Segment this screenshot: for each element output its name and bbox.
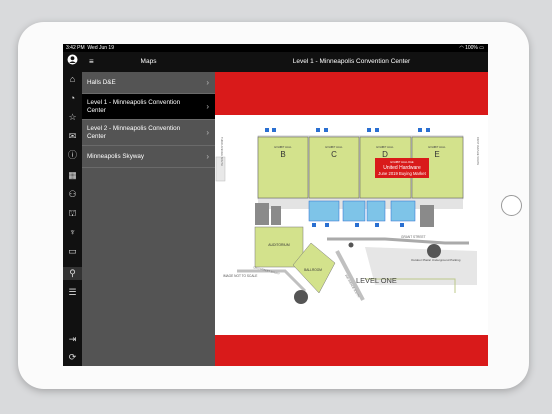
street-1st-label: FIRST AVENUE SOUTH (476, 137, 480, 165)
clock-icon[interactable]: ◔ (67, 93, 78, 104)
map-item-level-1[interactable]: Level 1 - Minneapolis Convention Center … (82, 94, 215, 120)
status-bar: 3:42 PM Wed Jun 19 ◠ 100% ▭ (63, 44, 488, 52)
avatar-icon[interactable] (67, 54, 78, 65)
hall-label-d: D (382, 150, 388, 159)
hall-caption: EXHIBIT HALL (376, 145, 394, 149)
auditorium[interactable] (254, 226, 304, 268)
app-screen: 3:42 PM Wed Jun 19 ◠ 100% ▭ ⌂ ◔ ☆ ✉ ⓘ ▦ … (63, 44, 488, 366)
booth-icon[interactable]: ⛫ (67, 208, 78, 219)
ballroom-label: BALLROOM (304, 268, 322, 272)
street-3rd-label: THIRD AVENUE SOUTH (220, 137, 224, 166)
hall-caption: EXHIBIT HALL (325, 145, 343, 149)
mail-icon[interactable]: ✉ (67, 131, 78, 142)
auditorium-label: AUDITORIUM (268, 243, 290, 247)
home-icon[interactable]: ⌂ (67, 74, 78, 85)
map-item-label: Level 1 - Minneapolis Convention Center (87, 99, 181, 114)
level-label: LEVEL ONE (356, 276, 397, 285)
status-time: 3:42 PM (66, 45, 85, 51)
wifi-icon: ◠ (459, 45, 464, 51)
highlight-line2: June 2019 Buying Market (378, 171, 426, 176)
folder-icon[interactable]: ▭ (67, 246, 78, 257)
info-icon[interactable]: ⓘ (67, 150, 78, 161)
hall-caption: EXHIBIT HALL (274, 145, 292, 149)
map-item-label: Halls D&E (87, 79, 116, 86)
status-date: Wed Jun 19 (87, 45, 114, 51)
map-view: Level 1 - Minneapolis Convention Center … (215, 52, 488, 366)
map-item-label: Level 2 - Minneapolis Convention Center (87, 125, 181, 140)
hall-label-e: E (434, 150, 439, 159)
maps-panel-header: ≡ Maps (82, 52, 215, 72)
map-top-banner (215, 72, 488, 115)
skyway-marker[interactable] (427, 244, 441, 258)
battery-icon: ▭ (479, 45, 484, 51)
map-item-skyway[interactable]: Minneapolis Skyway › (82, 146, 215, 168)
map-title: Level 1 - Minneapolis Convention Center (215, 52, 488, 72)
map-item-level-2[interactable]: Level 2 - Minneapolis Convention Center … (82, 120, 215, 146)
highlight-top: EXHIBIT HALL D&E (390, 160, 413, 164)
map-item-label: Minneapolis Skyway (87, 153, 145, 160)
floor-map[interactable]: EXHIBIT HALL EXHIBIT HALL EXHIBIT HALL E… (215, 115, 488, 335)
list-icon[interactable]: ☰ (67, 287, 78, 298)
skyway-marker[interactable] (294, 290, 308, 304)
chevron-right-icon: › (206, 102, 209, 111)
floor-map-svg[interactable]: EXHIBIT HALL EXHIBIT HALL EXHIBIT HALL E… (215, 115, 488, 335)
hall-caption: EXHIBIT HALL (428, 145, 446, 149)
people-icon[interactable]: ⚇ (67, 189, 78, 200)
not-to-scale-note: IMAGE NOT TO SCALE (223, 274, 257, 278)
map-bottom-banner (215, 335, 488, 366)
chevron-right-icon: › (206, 152, 209, 161)
calendar-icon[interactable]: ▦ (67, 170, 78, 181)
maps-panel: ≡ Maps Halls D&E › Level 1 - Minneapolis… (82, 52, 215, 366)
star-icon[interactable]: ☆ (67, 112, 78, 123)
hall-label-b: B (280, 150, 285, 159)
outdoor-label: Outdoor Plaza/ Underground Parking (411, 258, 461, 262)
chevron-right-icon: › (206, 128, 209, 137)
chevron-right-icon: › (206, 78, 209, 87)
map-item-halls-de[interactable]: Halls D&E › (82, 72, 215, 94)
logout-icon[interactable]: ⇥ (67, 334, 78, 345)
icon-rail: ⌂ ◔ ☆ ✉ ⓘ ▦ ⚇ ⛫ ♆ ▭ ⚲ ☰ ⇥ ⟳ (63, 52, 82, 366)
grant-street-label: GRANT STREET (401, 235, 426, 239)
map-pin-icon[interactable]: ⚲ (67, 268, 78, 279)
microphone-icon[interactable]: ♆ (67, 227, 78, 238)
maps-panel-title: Maps (140, 58, 157, 65)
battery-level: 100% (465, 45, 478, 51)
home-button[interactable] (501, 195, 522, 216)
refresh-icon[interactable]: ⟳ (67, 352, 78, 363)
hall-label-c: C (331, 150, 337, 159)
